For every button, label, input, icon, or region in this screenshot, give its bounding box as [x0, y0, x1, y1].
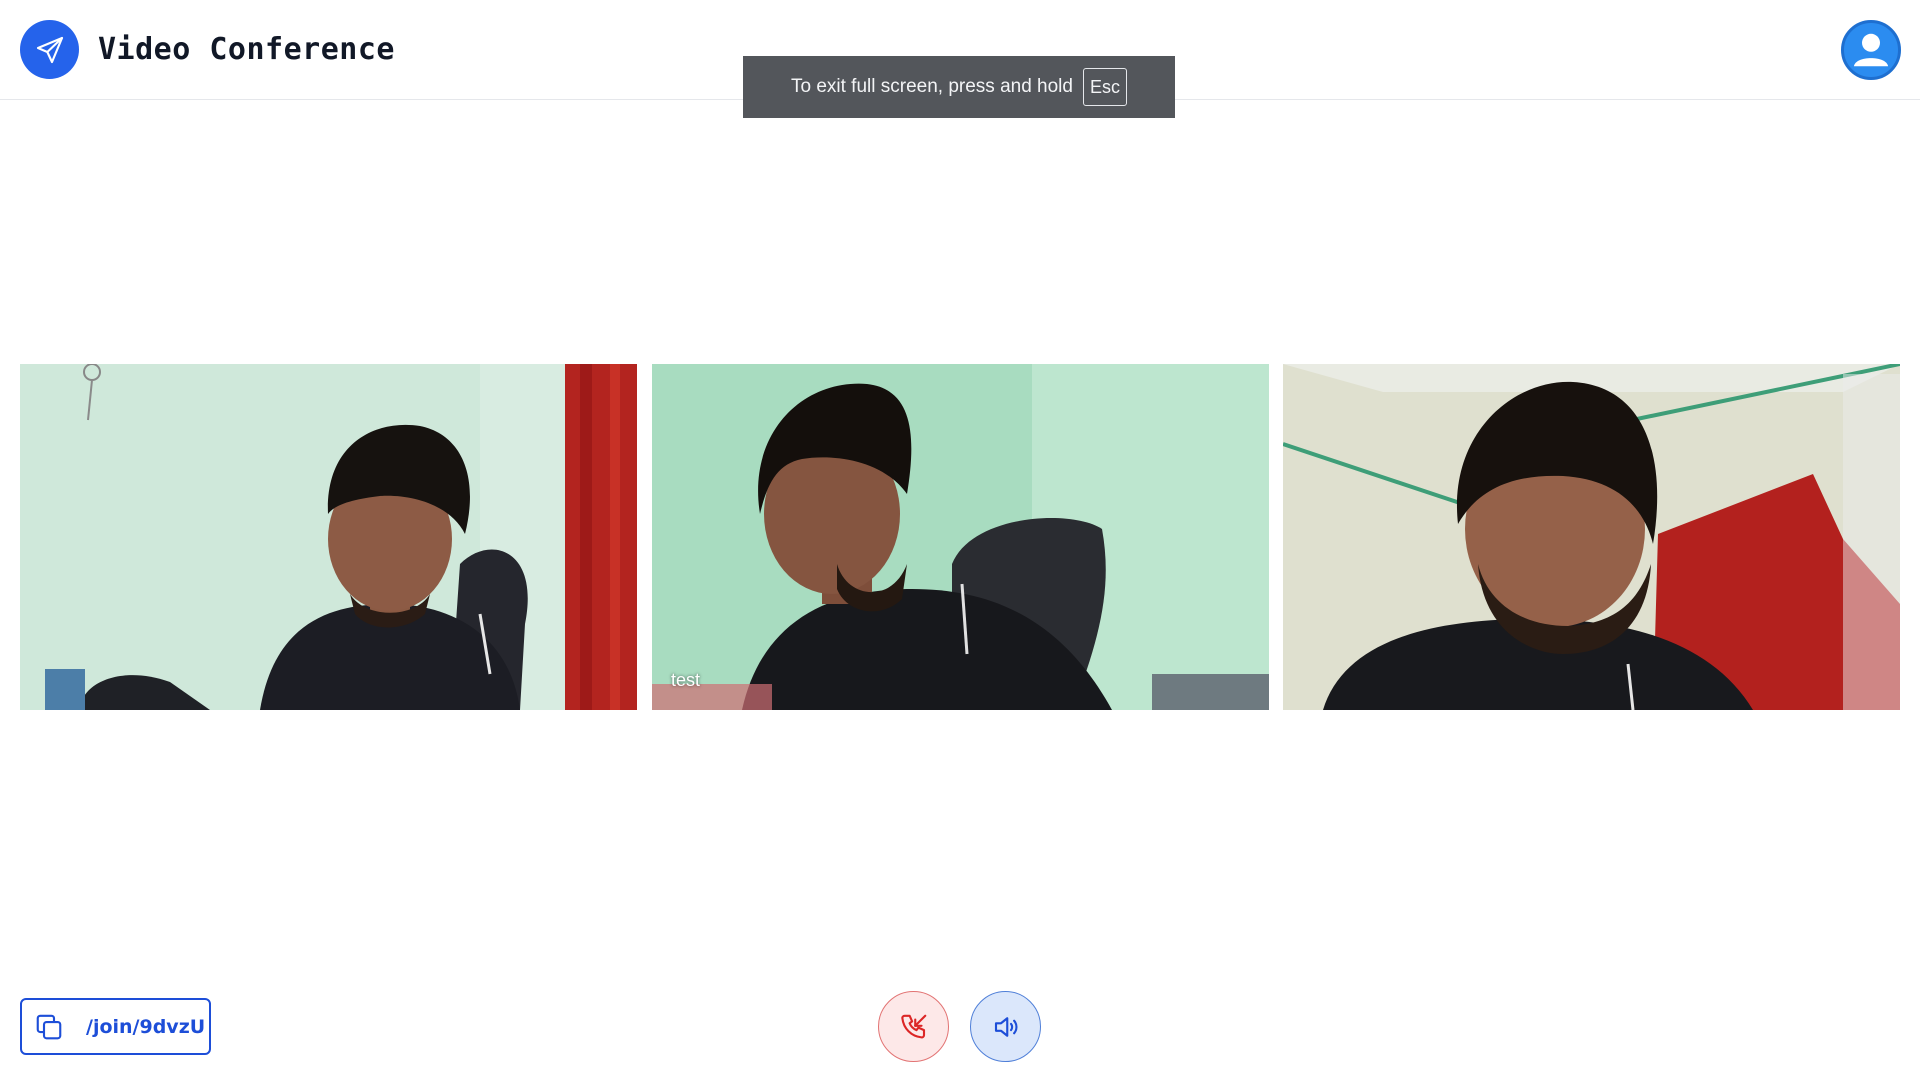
copy-icon [36, 1014, 62, 1039]
end-call-button[interactable] [878, 991, 949, 1062]
paper-plane-icon [36, 36, 63, 63]
video-frame [1283, 364, 1900, 710]
participant-video-3 [1283, 364, 1900, 710]
video-frame [20, 364, 637, 710]
participant-name-2: test [671, 670, 701, 690]
phone-off-icon [900, 1014, 926, 1038]
speaker-icon [994, 1016, 1018, 1037]
copy-join-link-button[interactable]: /join/9dvzU [20, 998, 211, 1055]
user-icon [1853, 33, 1889, 67]
user-avatar[interactable] [1841, 20, 1901, 80]
video-frame [652, 364, 1269, 710]
app-title: Video Conference [98, 32, 395, 67]
fullscreen-message: To exit full screen, press and hold [790, 76, 1073, 97]
fullscreen-exit-notice: To exit full screen, press and hold Esc [743, 56, 1175, 118]
speaker-toggle-button[interactable] [970, 991, 1041, 1062]
participant-video-1 [20, 364, 637, 710]
join-link-text: /join/9dvzU [86, 1015, 206, 1038]
esc-key-hint: Esc [1082, 68, 1127, 106]
participant-video-2: test [652, 364, 1269, 710]
app-logo[interactable] [20, 20, 79, 79]
